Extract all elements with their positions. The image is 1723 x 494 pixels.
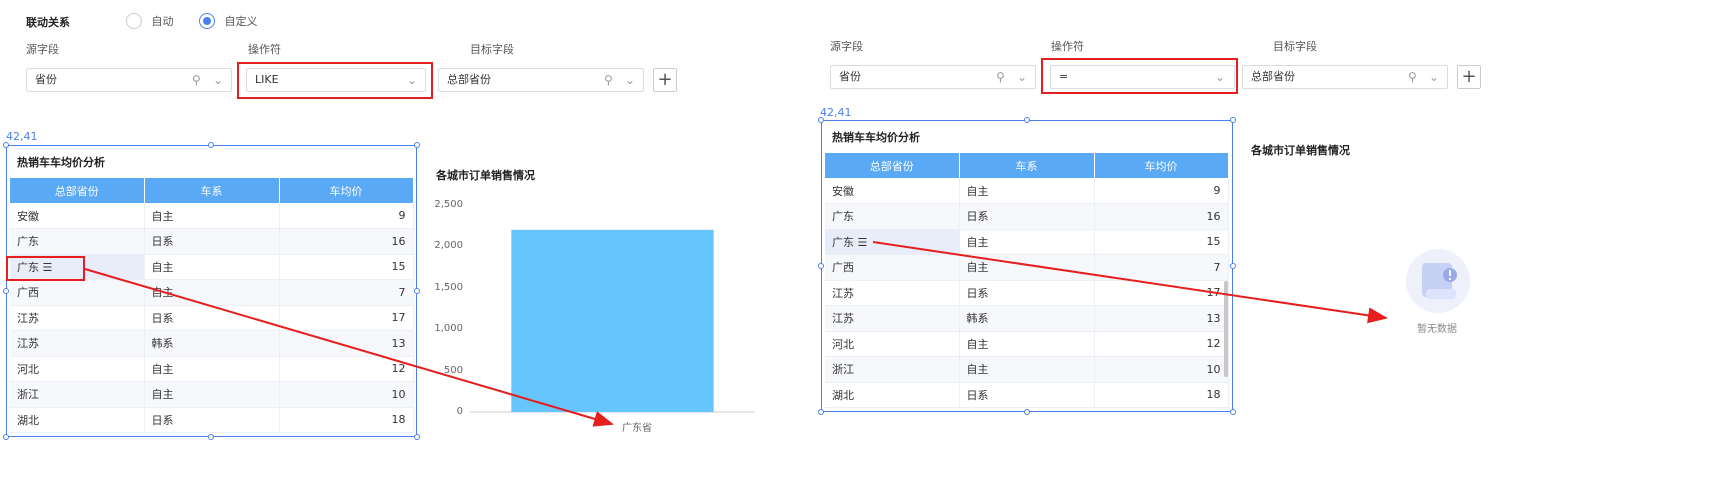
annotation-arrows — [84, 241, 1388, 427]
arrow-to-empty-chart — [872, 241, 1388, 324]
arrow-to-chart — [84, 268, 614, 427]
